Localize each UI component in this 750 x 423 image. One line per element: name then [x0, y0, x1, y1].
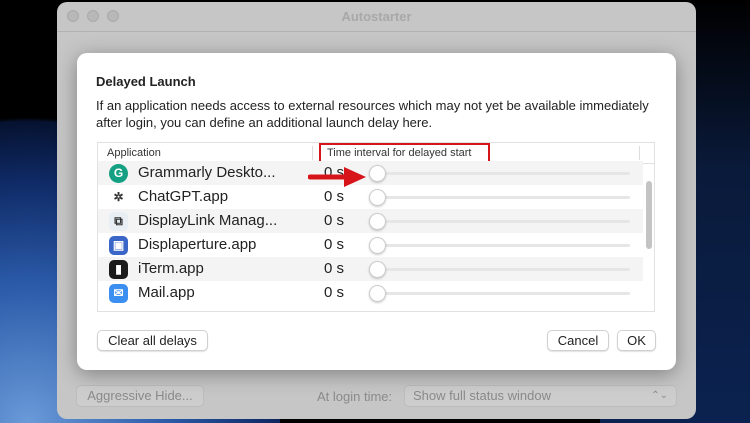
delay-value: 0 s	[324, 236, 345, 253]
table-row[interactable]: ▮ iTerm.app 0 s	[98, 257, 643, 281]
delay-slider[interactable]	[378, 268, 630, 271]
column-divider	[312, 146, 313, 160]
chevron-updown-icon: ⌃⌄	[651, 390, 668, 401]
scrollbar[interactable]	[646, 181, 652, 249]
delay-slider-knob[interactable]	[369, 285, 386, 302]
delay-slider-knob[interactable]	[369, 237, 386, 254]
cancel-button[interactable]: Cancel	[547, 330, 609, 351]
iterm-icon: ▮	[109, 260, 128, 279]
login-time-value: Show full status window	[413, 388, 552, 403]
delay-value: 0 s	[324, 260, 345, 277]
delay-slider-knob[interactable]	[369, 213, 386, 230]
delay-value: 0 s	[324, 212, 345, 229]
delay-slider[interactable]	[378, 244, 630, 247]
delay-slider[interactable]	[378, 196, 630, 199]
delayed-launch-sheet: Delayed Launch If an application needs a…	[77, 53, 676, 370]
table-row[interactable]: ✉ Mail.app 0 s	[98, 281, 643, 305]
table-row[interactable]: ⧉ DisplayLink Manag... 0 s	[98, 209, 643, 233]
table-row[interactable]: G Grammarly Deskto... 0 s	[98, 161, 643, 185]
app-name: Displaperture.app	[138, 236, 257, 253]
sheet-description: If an application needs access to extern…	[96, 98, 649, 130]
delay-value: 0 s	[324, 284, 345, 301]
delay-slider[interactable]	[378, 292, 630, 295]
red-arrow-annotation	[308, 167, 366, 187]
displaperture-icon: ▣	[109, 236, 128, 255]
displaylink-icon: ⧉	[109, 212, 128, 231]
delay-value: 0 s	[324, 188, 345, 205]
aggressive-hide-button[interactable]: Aggressive Hide...	[76, 385, 204, 407]
delay-slider-knob[interactable]	[369, 189, 386, 206]
highlight-box	[319, 143, 490, 163]
window-title: Autostarter	[341, 9, 412, 24]
login-time-select[interactable]: Show full status window ⌃⌄	[404, 385, 677, 407]
delay-slider-knob[interactable]	[369, 165, 386, 182]
delay-slider[interactable]	[378, 172, 630, 175]
column-application[interactable]: Application	[107, 147, 161, 159]
app-name: Mail.app	[138, 284, 195, 301]
delay-table: Application Time interval for delayed st…	[97, 142, 655, 312]
column-divider	[639, 146, 640, 160]
app-name: DisplayLink Manag...	[138, 212, 278, 229]
app-name: iTerm.app	[138, 260, 204, 277]
clear-all-delays-button[interactable]: Clear all delays	[97, 330, 208, 351]
app-name: ChatGPT.app	[138, 188, 229, 205]
delay-slider[interactable]	[378, 220, 630, 223]
table-row[interactable]: ▣ Displaperture.app 0 s	[98, 233, 643, 257]
table-row[interactable]: ✲ ChatGPT.app 0 s	[98, 185, 643, 209]
sheet-title: Delayed Launch	[96, 74, 196, 89]
delay-slider-knob[interactable]	[369, 261, 386, 278]
login-time-label: At login time:	[317, 389, 393, 404]
app-name: Grammarly Deskto...	[138, 164, 276, 181]
chatgpt-icon: ✲	[109, 188, 128, 207]
grammarly-icon: G	[109, 164, 128, 183]
ok-button[interactable]: OK	[617, 330, 656, 351]
title-bar: Autostarter	[57, 2, 696, 32]
mail-icon: ✉	[109, 284, 128, 303]
